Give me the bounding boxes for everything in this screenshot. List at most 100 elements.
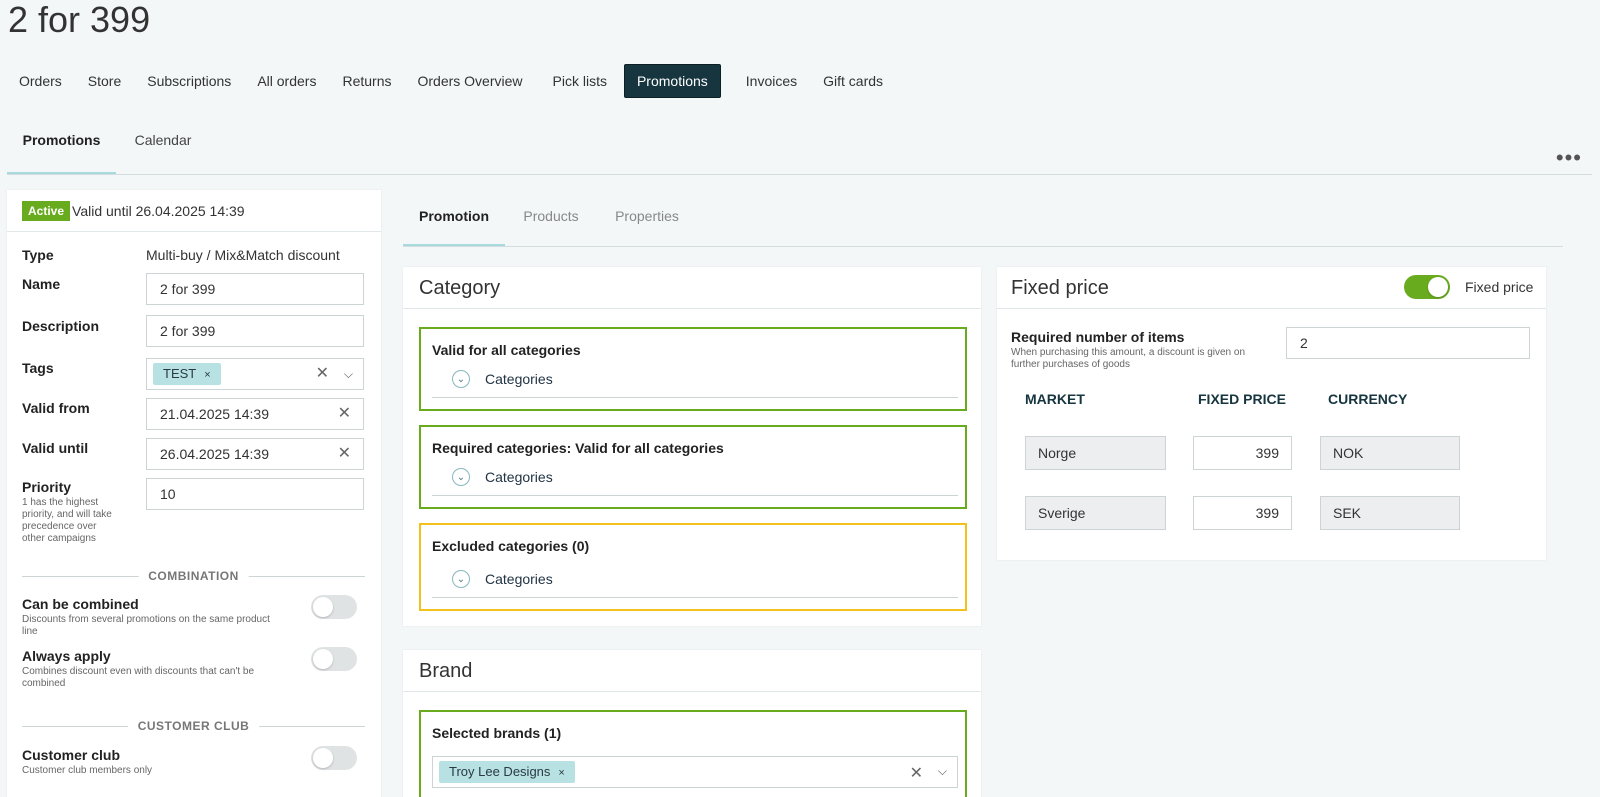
required-items-input[interactable]: 2 (1286, 327, 1530, 359)
customer-club-divider: CUSTOMER CLUB (22, 719, 365, 733)
valid-categories-title: Valid for all categories (432, 342, 581, 358)
can-be-combined-toggle[interactable] (311, 595, 357, 619)
toggle-knob (313, 649, 333, 669)
name-input[interactable]: 2 for 399 (146, 273, 364, 305)
always-apply-toggle[interactable] (311, 647, 357, 671)
tab-properties[interactable]: Properties (605, 197, 689, 246)
categories-toggle-row[interactable]: ⌄ Categories (432, 460, 958, 496)
clear-icon[interactable]: ✕ (338, 399, 351, 429)
chevron-down-icon[interactable]: ⌄ (452, 468, 470, 486)
nav-subscriptions[interactable]: Subscriptions (136, 65, 242, 97)
tab-promotion[interactable]: Promotion (403, 197, 505, 246)
main-nav: Orders Store Subscriptions All orders Re… (8, 63, 898, 99)
type-label: Type (22, 247, 54, 263)
required-categories-title: Required categories: Valid for all categ… (432, 440, 724, 456)
excluded-categories-box: Excluded categories (0) ⌄ Categories (419, 523, 967, 611)
name-label: Name (22, 276, 61, 292)
excluded-categories-title: Excluded categories (0) (432, 538, 590, 554)
customer-club-label: Customer club (22, 747, 121, 763)
fixed-price-toggle[interactable] (1404, 275, 1450, 299)
priority-label: Priority (22, 479, 72, 495)
valid-from-input[interactable]: 21.04.2025 14:39 ✕ (146, 398, 364, 430)
nav-all-orders[interactable]: All orders (246, 65, 327, 97)
always-apply-hint: Combines discount even with discounts th… (22, 666, 255, 689)
brand-card-title: Brand (403, 650, 981, 692)
nav-orders[interactable]: Orders (8, 65, 73, 97)
can-be-combined-label: Can be combined (22, 596, 139, 612)
chevron-down-icon[interactable]: ⌵ (344, 359, 353, 389)
categories-toggle-row[interactable]: ⌄ Categories (432, 562, 958, 598)
nav-returns[interactable]: Returns (331, 65, 402, 97)
priority-input[interactable]: 10 (146, 478, 364, 510)
combination-heading: COMBINATION (138, 569, 249, 583)
chevron-down-icon[interactable]: ⌄ (452, 570, 470, 588)
valid-categories-box: Valid for all categories ⌄ Categories (419, 327, 967, 411)
chevron-down-icon[interactable]: ⌄ (452, 370, 470, 388)
nav-gift-cards[interactable]: Gift cards (812, 65, 894, 97)
nav-invoices[interactable]: Invoices (735, 65, 808, 97)
always-apply-label: Always apply (22, 648, 111, 664)
fixed-price-input[interactable]: 399 (1193, 496, 1292, 530)
clear-icon[interactable]: ✕ (910, 763, 923, 783)
chip-remove-icon[interactable]: × (204, 369, 210, 381)
market-cell: Norge (1025, 436, 1166, 470)
selected-brands-title: Selected brands (1) (432, 725, 562, 741)
customer-club-heading: CUSTOMER CLUB (127, 719, 260, 733)
required-items-label: Required number of items (1011, 329, 1185, 345)
brand-chip: Troy Lee Designs × (439, 761, 575, 783)
nav-promotions[interactable]: Promotions (623, 64, 721, 98)
fixed-price-toggle-label: Fixed price (1465, 279, 1534, 295)
tab-products[interactable]: Products (513, 197, 589, 246)
nav-pick-lists[interactable]: Pick lists (542, 65, 618, 97)
status-row: Active Valid until 26.04.2025 14:39 (7, 190, 381, 232)
brand-chip-label: Troy Lee Designs (449, 764, 551, 779)
fixed-price-input[interactable]: 399 (1193, 436, 1292, 470)
valid-until-status: Valid until 26.04.2025 14:39 (72, 202, 245, 219)
toggle-knob (1428, 277, 1448, 297)
combination-divider: COMBINATION (22, 569, 365, 583)
brand-card: Brand Selected brands (1) Troy Lee Desig… (403, 650, 981, 797)
categories-link[interactable]: Categories (485, 371, 553, 387)
status-badge: Active (22, 200, 71, 221)
currency-cell: NOK (1320, 436, 1460, 470)
required-categories-box: Required categories: Valid for all categ… (419, 425, 967, 509)
nav-store[interactable]: Store (77, 65, 132, 97)
valid-until-input[interactable]: 26.04.2025 14:39 ✕ (146, 438, 364, 470)
tags-label: Tags (22, 360, 54, 376)
tab-calendar[interactable]: Calendar (125, 120, 201, 174)
tag-chip-label: TEST (163, 366, 197, 381)
customer-club-toggle[interactable] (311, 746, 357, 770)
page-title: 2 for 399 (8, 0, 151, 40)
categories-link[interactable]: Categories (485, 469, 553, 485)
currency-column-header: CURRENCY (1328, 391, 1408, 407)
valid-from-label: Valid from (22, 400, 90, 416)
type-value: Multi-buy / Mix&Match discount (146, 247, 340, 263)
required-items-hint: When purchasing this amount, a discount … (1011, 347, 1246, 370)
nav-orders-overview[interactable]: Orders Overview (406, 65, 533, 97)
can-be-combined-hint: Discounts from several promotions on the… (22, 614, 270, 637)
priority-hint: 1 has the highest priority, and will tak… (22, 497, 112, 544)
tab-promotions[interactable]: Promotions (7, 120, 116, 174)
valid-from-value: 21.04.2025 14:39 (160, 406, 269, 422)
tags-select[interactable]: TEST × ✕ ⌵ (146, 358, 364, 390)
toggle-knob (313, 748, 333, 768)
more-options-icon[interactable]: ••• (1556, 147, 1582, 169)
description-input[interactable]: 2 for 399 (146, 315, 364, 347)
valid-until-value: 26.04.2025 14:39 (160, 446, 269, 462)
description-label: Description (22, 318, 100, 334)
fixed-price-column-header: FIXED PRICE (1198, 391, 1286, 407)
categories-toggle-row[interactable]: ⌄ Categories (432, 362, 958, 398)
selected-brands-box: Selected brands (1) Troy Lee Designs × ✕ … (419, 710, 967, 797)
clear-icon[interactable]: ✕ (338, 439, 351, 469)
tag-chip: TEST × (153, 363, 221, 385)
clear-icon[interactable]: ✕ (316, 359, 329, 389)
brand-select[interactable]: Troy Lee Designs × ✕ ⌵ (432, 756, 958, 788)
categories-link[interactable]: Categories (485, 571, 553, 587)
customer-club-hint: Customer club members only (22, 765, 153, 776)
currency-cell: SEK (1320, 496, 1460, 530)
chip-remove-icon[interactable]: × (558, 767, 564, 779)
chevron-down-icon[interactable]: ⌵ (938, 764, 947, 779)
promotion-settings-card: Active Valid until 26.04.2025 14:39 Type… (7, 190, 381, 797)
category-card: Category Valid for all categories ⌄ Cate… (403, 267, 981, 626)
fixed-price-card: Fixed price Fixed price Required number … (997, 267, 1546, 560)
